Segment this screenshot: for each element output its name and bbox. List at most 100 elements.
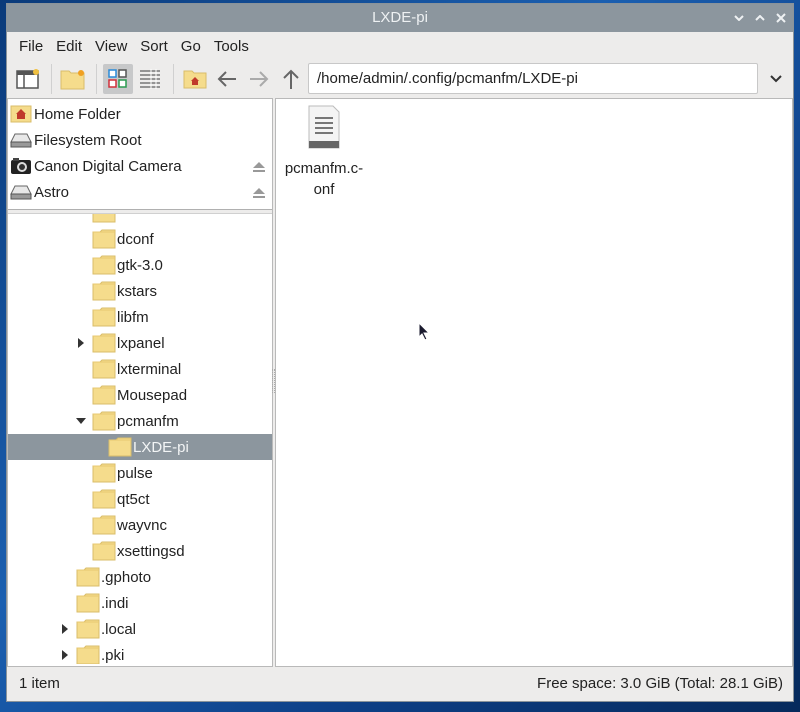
tree-node[interactable]: .pki: [8, 642, 272, 664]
file-name: pcmanfm.c-onf: [284, 160, 364, 198]
tree-node-label: gtk-3.0: [117, 256, 163, 274]
arrow-left-icon: [217, 71, 236, 87]
title-bar[interactable]: LXDE-pi: [7, 4, 793, 32]
menu-go[interactable]: Go: [175, 38, 207, 55]
forward-button[interactable]: [244, 64, 274, 94]
home-button[interactable]: [180, 64, 210, 94]
tree-node-label: .gphoto: [101, 568, 152, 586]
menu-tools[interactable]: Tools: [208, 38, 255, 55]
menu-sort[interactable]: Sort: [134, 38, 174, 55]
tree-node[interactable]: .indi: [8, 590, 272, 616]
toolbar-separator: [51, 64, 52, 94]
tree-node[interactable]: .local: [8, 616, 272, 642]
place-label: Filesystem Root: [34, 131, 142, 149]
new-folder-button[interactable]: [58, 64, 88, 94]
folder-icon: [76, 567, 100, 587]
tree-node[interactable]: wayvnc: [8, 512, 272, 538]
tree-node[interactable]: [8, 214, 272, 226]
tree-node[interactable]: lxterminal: [8, 356, 272, 382]
drive-icon: [10, 133, 32, 148]
menu-edit[interactable]: Edit: [50, 38, 88, 55]
expander-collapsed-icon[interactable]: [76, 338, 86, 348]
folder-icon: [92, 515, 116, 535]
tree-node-label: pcmanfm: [117, 412, 179, 430]
path-bar[interactable]: /home/admin/.config/pcmanfm/LXDE-pi: [308, 63, 758, 94]
toolbar-separator: [96, 64, 97, 94]
tree-node[interactable]: gtk-3.0: [8, 252, 272, 278]
up-button[interactable]: [276, 64, 306, 94]
camera-icon: [11, 158, 31, 174]
tree-node-label: lxpanel: [117, 334, 165, 352]
new-folder-icon: [60, 70, 85, 90]
folder-icon: [92, 333, 116, 353]
tree-node-label: wayvnc: [117, 516, 168, 534]
place-home-folder[interactable]: Home Folder: [8, 101, 272, 127]
tree-node-label: .pki: [101, 646, 125, 664]
tree-node[interactable]: xsettingsd: [8, 538, 272, 564]
eject-button[interactable]: [252, 186, 266, 203]
file-item[interactable]: pcmanfm.c-onf: [282, 105, 366, 200]
expander-collapsed-icon[interactable]: [60, 624, 70, 634]
tree-node[interactable]: LXDE-pi: [8, 434, 272, 460]
folder-icon: [92, 541, 116, 561]
folder-icon: [76, 645, 100, 664]
place-label: Canon Digital Camera: [34, 157, 182, 175]
list-view-button[interactable]: [135, 64, 165, 94]
tree-node[interactable]: pulse: [8, 460, 272, 486]
folder-view: pcmanfm.c-onf: [275, 98, 793, 667]
text-file-icon: [308, 105, 340, 149]
tree-node[interactable]: pcmanfm: [8, 408, 272, 434]
file-manager-window: LXDE-pi File Edit View Sort Go Tools /ho…: [6, 3, 794, 702]
tree-node[interactable]: kstars: [8, 278, 272, 304]
tree-node[interactable]: dconf: [8, 226, 272, 252]
tree-node[interactable]: lxpanel: [8, 330, 272, 356]
back-button[interactable]: [212, 64, 242, 94]
menu-bar: File Edit View Sort Go Tools: [7, 32, 793, 60]
place-canon-digital-camera[interactable]: Canon Digital Camera: [8, 153, 272, 179]
place-astro[interactable]: Astro: [8, 179, 272, 205]
places-list: Home Folder Filesystem Root Canon Digita…: [8, 99, 272, 210]
drive-icon: [10, 185, 32, 200]
list-view-icon: [140, 69, 160, 89]
item-count: 1 item: [19, 675, 60, 692]
status-bar: 1 item Free space: 3.0 GiB (Total: 28.1 …: [7, 667, 793, 701]
folder-icon: [92, 214, 116, 223]
place-label: Astro: [34, 183, 70, 201]
expander-collapsed-icon[interactable]: [60, 650, 70, 660]
tree-node[interactable]: Mousepad: [8, 382, 272, 408]
tree-node[interactable]: qt5ct: [8, 486, 272, 512]
arrow-up-icon: [283, 69, 299, 89]
tree-node-label: kstars: [117, 282, 158, 300]
folder-icon: [92, 307, 116, 327]
home-folder-icon: [183, 70, 207, 89]
close-icon: [775, 13, 786, 23]
tree-node-label: dconf: [117, 230, 154, 248]
menu-view[interactable]: View: [89, 38, 133, 55]
tree-node-label: LXDE-pi: [133, 438, 189, 456]
folder-icon: [92, 229, 116, 249]
place-filesystem-root[interactable]: Filesystem Root: [8, 127, 272, 153]
menu-file[interactable]: File: [13, 38, 49, 55]
tree-node-label: Mousepad: [117, 386, 188, 404]
maximize-button[interactable]: [753, 4, 766, 32]
window-title: LXDE-pi: [372, 9, 428, 26]
directory-tree: dconf gtk-3.0 kstars libfm lxpanel lxterminal…: [8, 214, 272, 664]
tree-node-label: libfm: [117, 308, 149, 326]
icon-view-button[interactable]: [103, 64, 133, 94]
tree-node-label: qt5ct: [117, 490, 150, 508]
close-button[interactable]: [774, 4, 787, 32]
new-window-button[interactable]: [13, 64, 43, 94]
folder-icon: [108, 437, 132, 457]
minimize-button[interactable]: [732, 4, 745, 32]
path-history-dropdown[interactable]: [765, 64, 787, 94]
toolbar-separator: [173, 64, 174, 94]
folder-icon: [92, 489, 116, 509]
tree-node[interactable]: .gphoto: [8, 564, 272, 590]
arrow-right-icon: [250, 71, 269, 87]
eject-button[interactable]: [252, 160, 266, 177]
expander-expanded-icon[interactable]: [76, 416, 86, 426]
tree-node[interactable]: libfm: [8, 304, 272, 330]
eject-icon: [253, 162, 265, 172]
new-window-icon: [16, 69, 39, 89]
chevron-down-icon: [733, 15, 744, 21]
